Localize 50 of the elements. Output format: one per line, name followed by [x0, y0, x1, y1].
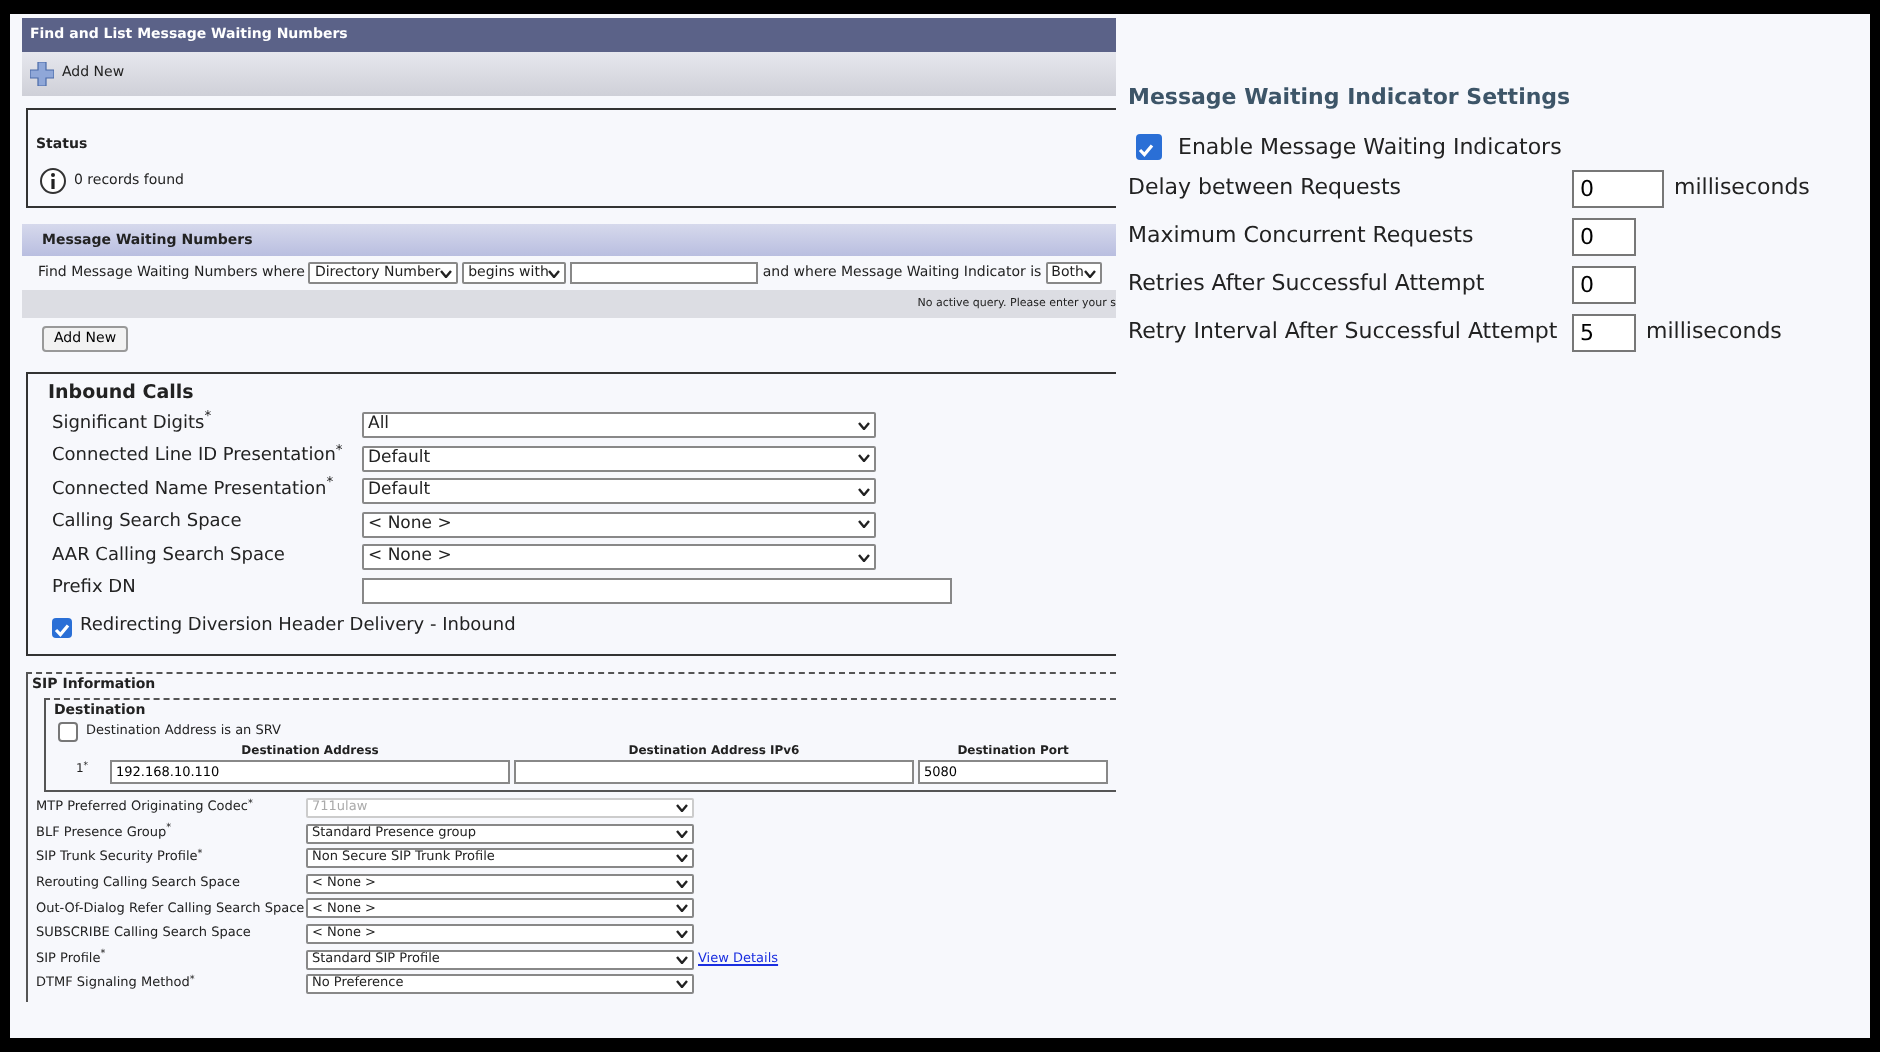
- field-label: Retries After Successful Attempt: [1128, 267, 1487, 300]
- field-label: Significant Digits$^{*}$: [52, 411, 214, 438]
- field-label: Delay between Requests: [1128, 171, 1404, 204]
- field-label: AAR Calling Search Space: [52, 543, 287, 570]
- caret-icon: [440, 269, 453, 277]
- caret-icon: [676, 955, 688, 964]
- caret-icon: [858, 421, 870, 429]
- caret-icon: [1083, 269, 1096, 277]
- caret-icon: [676, 854, 688, 863]
- dropdown[interactable]: Default: [362, 478, 876, 504]
- search-field[interactable]: [570, 262, 759, 284]
- field-label: Prefix DN: [52, 576, 138, 603]
- dropdown[interactable]: Default: [362, 445, 876, 471]
- caret-icon: [858, 520, 870, 528]
- caret-icon: [676, 904, 688, 913]
- caret-icon: [676, 879, 688, 888]
- field-label: Calling Search Space: [52, 510, 244, 537]
- checkbox[interactable]: [52, 618, 72, 638]
- text-field[interactable]: [514, 759, 914, 784]
- caret-icon: [676, 804, 688, 813]
- field-label: Maximum Concurrent Requests: [1128, 219, 1476, 252]
- check-icon: [1136, 140, 1156, 161]
- number-field[interactable]: 5: [1572, 313, 1636, 351]
- checkbox[interactable]: [58, 721, 78, 742]
- caret-icon: [676, 829, 688, 838]
- dropdown[interactable]: < None >: [362, 544, 876, 570]
- checkbox[interactable]: [1136, 134, 1162, 161]
- checkbox-label: Enable Message Waiting Indicators: [1178, 131, 1562, 163]
- info-icon: [40, 167, 66, 193]
- unit-label: milliseconds: [1674, 171, 1810, 204]
- caret-icon: [858, 553, 870, 561]
- dropdown[interactable]: < None >: [362, 511, 876, 537]
- number-field[interactable]: 0: [1572, 169, 1664, 207]
- check-icon: [52, 619, 72, 640]
- field-label: Connected Name Presentation$^{*}$: [52, 477, 336, 504]
- caret-icon: [858, 487, 870, 495]
- caret-icon: [676, 930, 688, 939]
- caret-icon: [676, 980, 688, 989]
- field-label: Connected Line ID Presentation$^{*}$: [52, 444, 345, 471]
- settings-title: Message Waiting Indicator Settings: [1128, 82, 1573, 114]
- text-field[interactable]: [362, 577, 952, 603]
- unit-label: milliseconds: [1646, 315, 1782, 348]
- checkbox-label: Redirecting Diversion Header Delivery - Inbound: [80, 614, 516, 641]
- dropdown[interactable]: All: [362, 412, 876, 438]
- plus-icon: [30, 61, 54, 85]
- number-field[interactable]: 0: [1572, 217, 1636, 255]
- number-field[interactable]: 0: [1572, 265, 1636, 303]
- caret-icon: [548, 269, 561, 277]
- caret-icon: [858, 454, 870, 462]
- field-label: Retry Interval After Successful Attempt: [1128, 315, 1560, 348]
